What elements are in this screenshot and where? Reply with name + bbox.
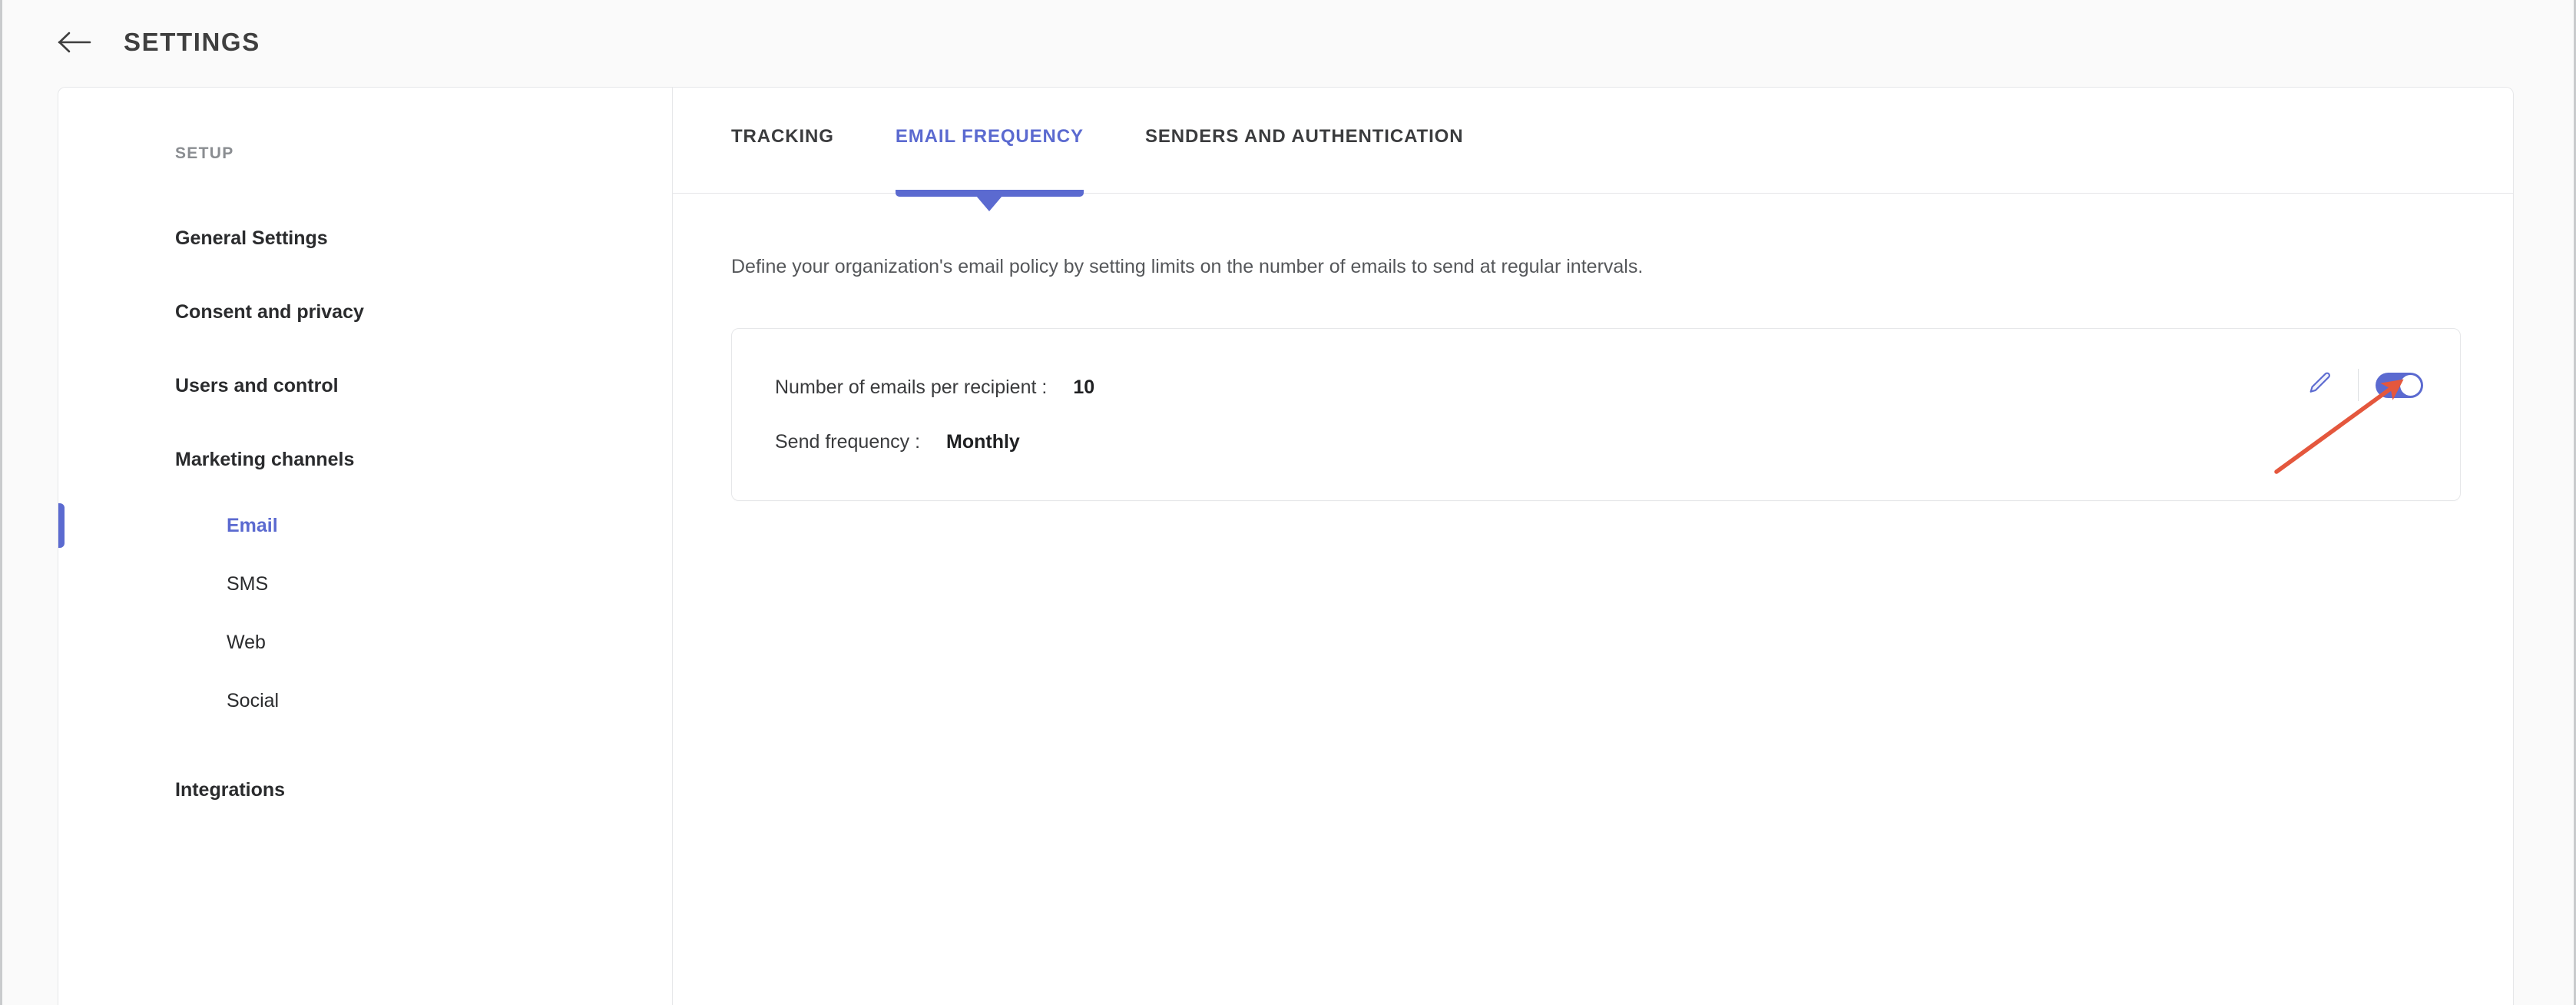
field-send-frequency: Send frequency : Monthly <box>775 431 2298 453</box>
settings-sidebar: SETUP General Settings Consent and priva… <box>58 88 673 1005</box>
sidebar-item-label: General Settings <box>175 227 328 249</box>
active-indicator-bar <box>58 503 65 548</box>
policy-fields: Number of emails per recipient : 10 Send… <box>775 376 2298 453</box>
pencil-icon <box>2306 370 2333 400</box>
field-label: Send frequency : <box>775 430 921 453</box>
policy-enable-toggle[interactable] <box>2376 372 2423 398</box>
policy-card-actions <box>2298 363 2423 406</box>
field-value: Monthly <box>946 430 1020 453</box>
sidebar-item-label: Social <box>227 689 280 711</box>
sidebar-item-label: Email <box>227 514 278 536</box>
settings-content: TRACKING EMAIL FREQUENCY SENDERS AND AUT… <box>673 88 2513 1005</box>
tab-active-caret-icon <box>976 196 1003 211</box>
field-value: 10 <box>1073 376 1095 398</box>
tab-label: EMAIL FREQUENCY <box>895 126 1084 147</box>
page-header: SETTINGS <box>2 0 2574 85</box>
tab-label: SENDERS AND AUTHENTICATION <box>1144 126 1464 147</box>
sidebar-spacer <box>58 730 672 753</box>
page-title: SETTINGS <box>124 28 260 56</box>
tab-email-frequency[interactable]: EMAIL FREQUENCY <box>895 88 1084 211</box>
sidebar-item-label: Web <box>227 631 266 653</box>
email-frequency-policy-card: Number of emails per recipient : 10 Send… <box>731 328 2461 501</box>
content-tabbar: TRACKING EMAIL FREQUENCY SENDERS AND AUT… <box>673 88 2513 211</box>
sidebar-item-label: Users and control <box>175 374 339 396</box>
field-emails-per-recipient: Number of emails per recipient : 10 <box>775 376 2298 399</box>
sidebar-item-web[interactable]: Web <box>58 613 672 672</box>
sidebar-nav-list: General Settings Consent and privacy Use… <box>58 201 672 827</box>
toggle-knob <box>2400 374 2421 396</box>
sidebar-item-social[interactable]: Social <box>58 672 672 730</box>
action-divider <box>2358 369 2359 401</box>
settings-panel: SETUP General Settings Consent and priva… <box>58 87 2514 1005</box>
sidebar-item-label: Integrations <box>175 778 286 801</box>
tab-label: TRACKING <box>731 126 834 147</box>
back-arrow-icon[interactable] <box>55 22 94 62</box>
sidebar-item-sms[interactable]: SMS <box>58 555 672 613</box>
tab-senders-and-authentication[interactable]: SENDERS AND AUTHENTICATION <box>1145 88 1464 194</box>
tab-tracking[interactable]: TRACKING <box>731 88 834 194</box>
sidebar-item-integrations[interactable]: Integrations <box>58 753 672 827</box>
sidebar-item-consent-and-privacy[interactable]: Consent and privacy <box>58 275 672 349</box>
sidebar-item-users-and-control[interactable]: Users and control <box>58 349 672 423</box>
sidebar-item-email[interactable]: Email <box>58 496 672 555</box>
field-label: Number of emails per recipient : <box>775 376 1048 398</box>
content-description: Define your organization's email policy … <box>731 256 1644 277</box>
sidebar-item-general-settings[interactable]: General Settings <box>58 201 672 275</box>
sidebar-item-marketing-channels[interactable]: Marketing channels <box>58 423 672 496</box>
sidebar-item-label: Marketing channels <box>175 448 355 470</box>
edit-policy-button[interactable] <box>2298 363 2341 406</box>
sidebar-item-label: Consent and privacy <box>175 300 364 323</box>
sidebar-section-label: SETUP <box>175 144 234 162</box>
sidebar-item-label: SMS <box>227 572 269 595</box>
settings-page: SETTINGS SETUP General Settings Consent … <box>0 0 2576 1005</box>
